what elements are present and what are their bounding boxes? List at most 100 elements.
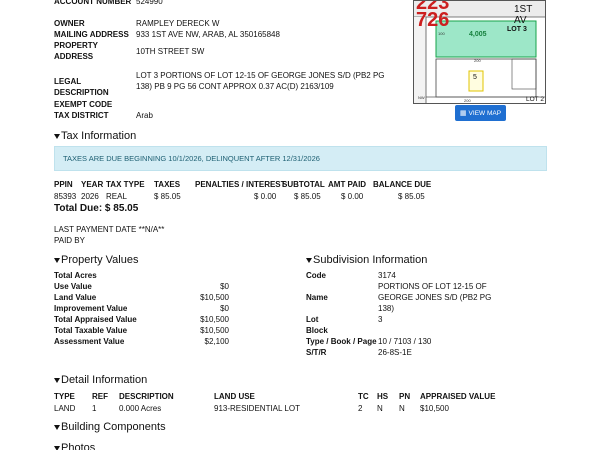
sub-tbp-value: 10 / 7103 / 130 xyxy=(378,337,432,346)
detail-col-ref: REF xyxy=(92,392,108,401)
tax-cell-year: 2026 xyxy=(81,192,99,201)
property-values-toggle[interactable]: Property Values xyxy=(54,254,138,266)
caret-down-icon xyxy=(54,257,60,263)
pv-value: $0 xyxy=(220,282,229,291)
building-components-heading: Building Components xyxy=(61,421,166,433)
detail-table-row: LAND 1 0.000 Acres 913-RESIDENTIAL LOT 2… xyxy=(54,403,546,415)
photos-toggle[interactable]: Photos xyxy=(54,442,95,450)
sub-str-label: S/T/R xyxy=(306,348,327,357)
tax-cell-tax-type: REAL xyxy=(106,192,127,201)
detail-cell-appraised-value: $10,500 xyxy=(420,404,449,413)
pv-value xyxy=(149,270,229,281)
sub-row-tbp: Type / Book / Page 10 / 7103 / 130 xyxy=(306,336,546,347)
account-number-value: 524990 xyxy=(136,0,163,6)
caret-down-icon xyxy=(54,424,60,430)
pv-label: Total Taxable Value xyxy=(54,326,128,335)
pv-label: Assessment Value xyxy=(54,337,125,346)
sub-tbp-label: Type / Book / Page xyxy=(306,337,377,346)
sub-code-label: Code xyxy=(306,271,326,280)
tax-col-amt-paid: AMT PAID xyxy=(328,180,367,189)
view-map-label: VIEW MAP xyxy=(468,109,502,117)
detail-col-tc: TC xyxy=(358,392,369,401)
map-dim-200b: 200 xyxy=(464,98,471,103)
tax-col-ppin: PPIN xyxy=(54,180,73,189)
tax-due-notice-text: TAXES ARE DUE BEGINNING 10/1/2026, DELIN… xyxy=(63,154,320,163)
detail-table-header: TYPE REF DESCRIPTION LAND USE TC HS PN A… xyxy=(54,391,546,403)
tax-cell-ppin: 85393 xyxy=(54,192,77,201)
detail-col-description: DESCRIPTION xyxy=(119,392,174,401)
account-number-label: ACCOUNT NUMBER xyxy=(54,0,132,6)
detail-cell-ref: 1 xyxy=(92,404,97,413)
caret-down-icon xyxy=(306,257,312,263)
detail-cell-land-use: 913-RESIDENTIAL LOT xyxy=(214,404,300,413)
sub-name-line2: GEORGE JONES S/D (PB2 PG xyxy=(378,293,492,302)
owner-info: ACCOUNT NUMBER 524990 OWNER RAMPLEY DERE… xyxy=(54,0,404,121)
tax-table: PPIN YEAR TAX TYPE TAXES PENALTIES / INT… xyxy=(54,179,434,203)
sub-name-line1: PORTIONS OF LOT 12-15 OF xyxy=(378,282,487,291)
sub-row-block: Block xyxy=(306,325,546,336)
total-due: Total Due: $ 85.05 xyxy=(54,203,139,214)
legal-line2: 138) PB 9 PG 56 CONT APPROX 0.37 AC(D) 2… xyxy=(136,82,334,91)
sub-name-line3: 138) xyxy=(378,304,395,313)
detail-cell-pn: N xyxy=(399,404,405,413)
building-components-toggle[interactable]: Building Components xyxy=(54,421,166,433)
photos-heading: Photos xyxy=(61,442,96,450)
sub-row-lot: Lot 3 xyxy=(306,314,546,325)
mailing-value: 933 1ST AVE NW, ARAB, AL 350165848 xyxy=(136,30,280,39)
detail-table: TYPE REF DESCRIPTION LAND USE TC HS PN A… xyxy=(54,391,546,417)
caret-down-icon xyxy=(54,377,60,383)
tax-information-toggle[interactable]: Tax Information xyxy=(54,130,136,142)
mailing-label: MAILING ADDRESS xyxy=(54,30,129,39)
caret-down-icon xyxy=(54,445,60,450)
property-label-line1: PROPERTY xyxy=(54,41,99,50)
pv-row: Total Taxable Value $10,500 xyxy=(54,325,229,336)
detail-col-land-use: LAND USE xyxy=(214,392,255,401)
tax-cell-penalties: $ 0.00 xyxy=(254,192,277,201)
caret-down-icon xyxy=(54,133,60,139)
tax-col-taxes: TAXES xyxy=(154,180,181,189)
view-map-button[interactable]: ▦ VIEW MAP xyxy=(455,105,506,121)
map-number-2: 726 xyxy=(416,9,450,31)
tax-col-year: YEAR xyxy=(81,180,104,189)
property-address-label: PROPERTY ADDRESS xyxy=(54,40,136,62)
pv-label: Land Value xyxy=(54,293,97,302)
property-values-list: Total Acres Use Value $0 Land Value $10,50… xyxy=(54,270,229,347)
tax-table-row: 85393 2026 REAL $ 85.05 $ 0.00 $ 85.05 $… xyxy=(54,191,434,203)
tax-table-header: PPIN YEAR TAX TYPE TAXES PENALTIES / INT… xyxy=(54,179,434,191)
pv-value: $10,500 xyxy=(200,315,229,324)
pv-row: Use Value $0 xyxy=(54,281,229,292)
tax-col-tax-type: TAX TYPE xyxy=(106,180,145,189)
tax-col-penalties: PENALTIES / INTEREST xyxy=(195,180,286,189)
detail-information-toggle[interactable]: Detail Information xyxy=(54,374,147,386)
pv-row: Land Value $10,500 xyxy=(54,292,229,303)
property-values-heading: Property Values xyxy=(61,254,139,266)
detail-col-hs: HS xyxy=(377,392,389,401)
parcel-map[interactable]: 223 726 1ST AV LOT 3 4,005 5 LOT 2 200 2… xyxy=(413,0,546,104)
pv-label: Total Appraised Value xyxy=(54,315,137,324)
map-parcel-label: 5 xyxy=(473,74,477,81)
pv-value: $0 xyxy=(220,304,229,313)
pv-value: $10,500 xyxy=(200,293,229,302)
legal-line1: LOT 3 PORTIONS OF LOT 12-15 OF GEORGE JO… xyxy=(136,71,385,80)
detail-information-heading: Detail Information xyxy=(61,374,148,386)
tax-cell-taxes: $ 85.05 xyxy=(154,192,181,201)
subdivision-information-toggle[interactable]: Subdivision Information xyxy=(306,254,427,266)
pv-label: Total Acres xyxy=(54,271,97,280)
detail-cell-tc: 2 xyxy=(358,404,363,413)
owner-value: RAMPLEY DERECK W xyxy=(136,19,220,28)
sub-row-name: Name PORTIONS OF LOT 12-15 OF GEORGE JON… xyxy=(306,281,546,314)
owner-label: OWNER xyxy=(54,19,85,28)
last-payment-date: LAST PAYMENT DATE **N/A** xyxy=(54,225,165,234)
sub-name-value: PORTIONS OF LOT 12-15 OF GEORGE JONES S/… xyxy=(378,281,491,314)
pv-row: Assessment Value $2,100 xyxy=(54,336,229,347)
detail-cell-hs: N xyxy=(377,404,383,413)
tax-district-value: Arab xyxy=(136,111,153,120)
sub-row-code: Code 3174 xyxy=(306,270,546,281)
pv-row: Total Acres xyxy=(54,270,229,281)
pv-row: Improvement Value $0 xyxy=(54,303,229,314)
paid-by: PAID BY xyxy=(54,236,85,245)
map-street-label: 1ST AV xyxy=(514,4,533,26)
subdivision-list: Code 3174 Name PORTIONS OF LOT 12-15 OF … xyxy=(306,270,546,358)
sub-str-value: 26-8S-1E xyxy=(378,348,412,357)
tax-col-balance-due: BALANCE DUE xyxy=(373,180,432,189)
